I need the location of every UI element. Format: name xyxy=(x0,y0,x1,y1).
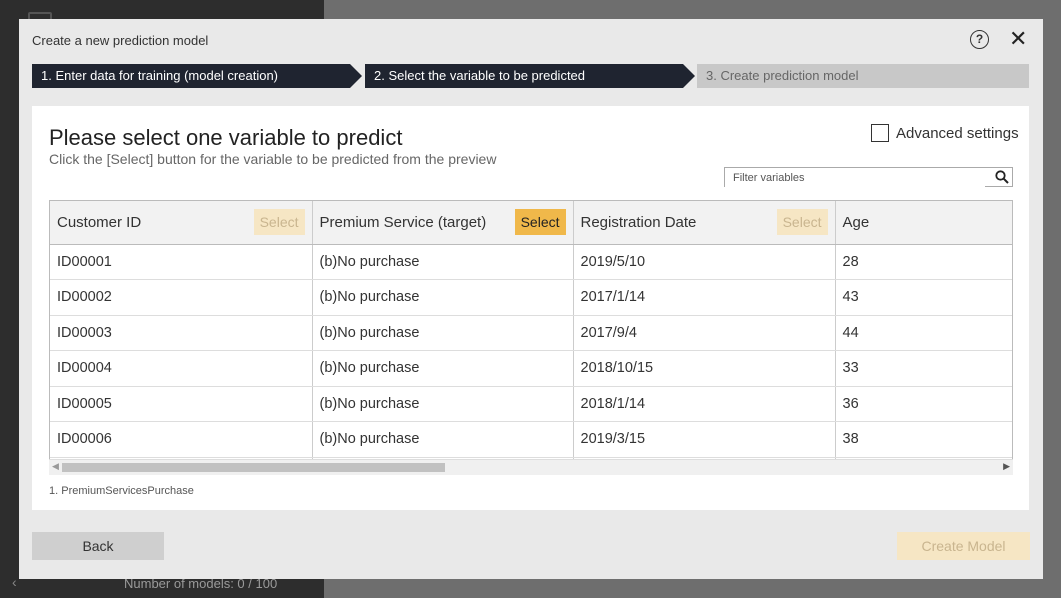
chevron-left-icon: ‹ xyxy=(12,574,17,590)
step-create-model: 3. Create prediction model xyxy=(697,64,1029,88)
step-enter-data[interactable]: 1. Enter data for training (model creati… xyxy=(32,64,362,88)
table-cell: 2018/10/15 xyxy=(573,350,836,387)
column-name: Customer ID xyxy=(57,213,142,231)
table-row: ID00006 (b)No purchase 2019/3/15 38 xyxy=(50,421,1012,458)
table-cell: 36 xyxy=(835,386,1012,422)
table-header-row: Customer ID Select Premium Service (targ… xyxy=(50,201,1012,245)
table-cell: ID00002 xyxy=(50,279,313,316)
table-row: ID00001 (b)No purchase 2019/5/10 28 xyxy=(50,244,1012,280)
column-header-premium-service: Premium Service (target) Select xyxy=(312,201,574,245)
variable-selection-panel: Please select one variable to predict Cl… xyxy=(32,106,1029,510)
advanced-settings-checkbox[interactable] xyxy=(871,124,889,142)
table-cell: ID00001 xyxy=(50,244,313,280)
dialog-title: Create a new prediction model xyxy=(32,33,209,48)
dataset-name: 1. PremiumServicesPurchase xyxy=(49,485,194,497)
table-cell: 2018/1/14 xyxy=(573,386,836,422)
column-header-registration-date: Registration Date Select xyxy=(573,201,836,245)
column-name: Age xyxy=(842,213,870,231)
advanced-settings-toggle[interactable]: Advanced settings xyxy=(871,124,1019,142)
horizontal-scrollbar[interactable]: ◀ ▶ xyxy=(49,459,1013,475)
table-cell: 28 xyxy=(835,244,1012,280)
table-cell: 2019/5/10 xyxy=(573,244,836,280)
filter-variables-input[interactable] xyxy=(725,169,985,187)
select-customer-id-button[interactable]: Select xyxy=(253,209,305,235)
filter-variables-box[interactable] xyxy=(724,167,1013,187)
table-cell: ID00003 xyxy=(50,315,313,351)
table-cell: (b)No purchase xyxy=(312,279,574,316)
select-premium-service-button[interactable]: Select xyxy=(514,209,566,235)
table-cell: 44 xyxy=(835,315,1012,351)
table-cell: ID00006 xyxy=(50,421,313,458)
data-preview-table: Customer ID Select Premium Service (targ… xyxy=(49,200,1013,475)
scroll-left-arrow-icon[interactable]: ◀ xyxy=(52,461,59,472)
table-row: ID00005 (b)No purchase 2018/1/14 36 xyxy=(50,386,1012,422)
table-row: ID00002 (b)No purchase 2017/1/14 43 xyxy=(50,279,1012,316)
table-cell: (b)No purchase xyxy=(312,421,574,458)
advanced-settings-label: Advanced settings xyxy=(896,124,1019,142)
table-cell: (b)No purchase xyxy=(312,350,574,387)
table-cell: (b)No purchase xyxy=(312,315,574,351)
close-icon[interactable]: ✕ xyxy=(1009,26,1027,52)
table-cell: ID00004 xyxy=(50,350,313,387)
table-cell: ID00005 xyxy=(50,386,313,422)
scroll-right-arrow-icon[interactable]: ▶ xyxy=(1003,461,1010,472)
table-cell: 38 xyxy=(835,421,1012,458)
table-cell: (b)No purchase xyxy=(312,386,574,422)
table-cell: 33 xyxy=(835,350,1012,387)
table-row: ID00003 (b)No purchase 2017/9/4 44 xyxy=(50,315,1012,351)
column-header-customer-id: Customer ID Select xyxy=(50,201,313,245)
column-name: Premium Service (target) xyxy=(319,213,487,231)
page-title: Please select one variable to predict xyxy=(49,125,403,150)
help-icon[interactable]: ? xyxy=(970,30,989,49)
step-select-variable[interactable]: 2. Select the variable to be predicted xyxy=(365,64,695,88)
prediction-model-dialog: Create a new prediction model ? ✕ 1. Ent… xyxy=(19,19,1043,579)
scrollbar-thumb[interactable] xyxy=(62,463,445,472)
table-row: ID00004 (b)No purchase 2018/10/15 33 xyxy=(50,350,1012,387)
column-name: Registration Date xyxy=(580,213,697,231)
table-cell: 43 xyxy=(835,279,1012,316)
table-cell: (b)No purchase xyxy=(312,244,574,280)
search-icon[interactable] xyxy=(995,170,1009,184)
table-cell: 2017/9/4 xyxy=(573,315,836,351)
back-button[interactable]: Back xyxy=(32,532,164,560)
select-registration-date-button[interactable]: Select xyxy=(776,209,828,235)
table-cell: 2019/3/15 xyxy=(573,421,836,458)
table-cell: 2017/1/14 xyxy=(573,279,836,316)
wizard-steps: 1. Enter data for training (model creati… xyxy=(32,64,1029,88)
column-header-age: Age xyxy=(835,201,1012,245)
page-instructions: Click the [Select] button for the variab… xyxy=(49,151,497,167)
create-model-button[interactable]: Create Model xyxy=(897,532,1030,560)
